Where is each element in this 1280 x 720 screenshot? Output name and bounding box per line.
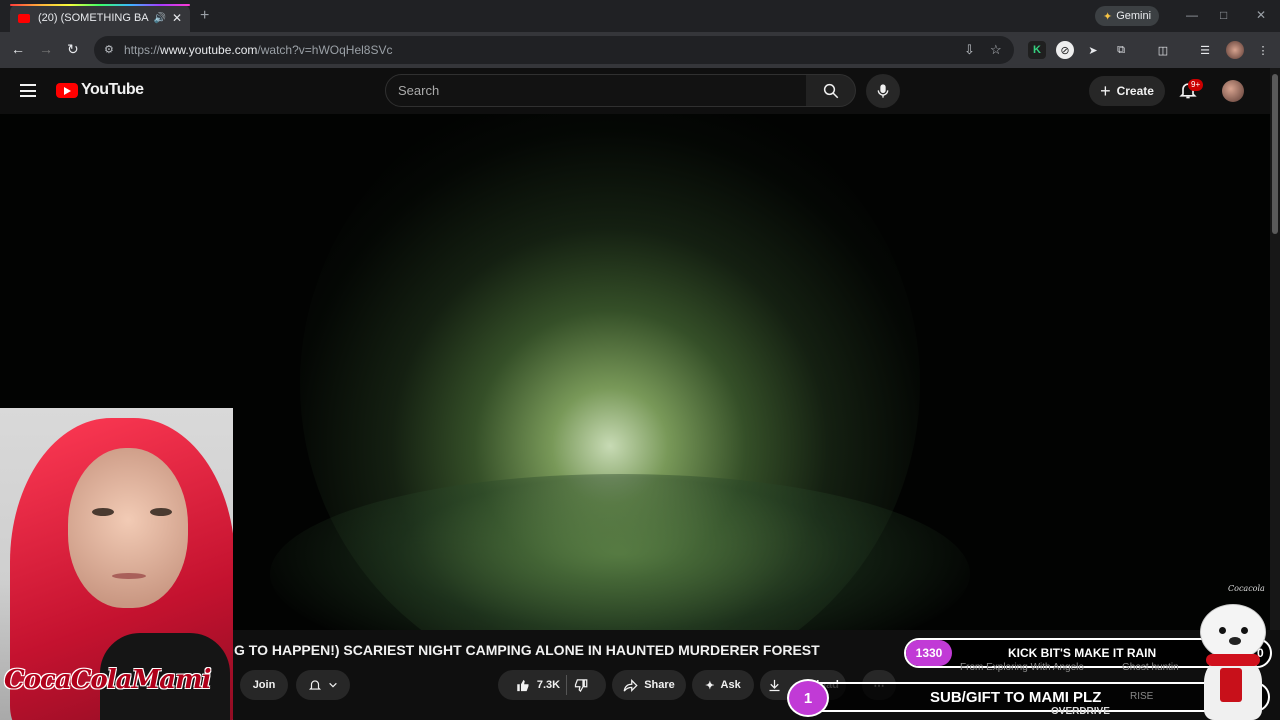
new-tab-button[interactable]: + <box>200 7 209 25</box>
bear-eye-right <box>1241 627 1248 634</box>
browser-tab-active[interactable]: (20) (SOMETHING BAD IS G 🔊 ✕ <box>10 4 190 32</box>
address-bar[interactable]: ⚙ https://www.youtube.com/watch?v=hWOqHe… <box>94 36 1014 64</box>
media-control-icon[interactable]: ☰ <box>1196 41 1214 59</box>
ask-label: Ask <box>720 679 741 691</box>
webcam-eye-left <box>92 508 114 516</box>
download-icon <box>769 679 780 691</box>
extension-circle-icon[interactable]: ⊘ <box>1056 41 1074 59</box>
tab-rainbow-strip <box>10 4 190 6</box>
browser-tab-bar: (20) (SOMETHING BAD IS G 🔊 ✕ + ✦ Gemini … <box>0 0 1280 32</box>
url-host: www.youtube.com <box>160 43 258 57</box>
reload-icon[interactable]: ↻ <box>67 41 79 58</box>
kick-extension-icon[interactable]: K <box>1028 41 1046 59</box>
streamer-name-logo: CocaColaMami <box>4 665 211 695</box>
bell-icon <box>308 680 322 690</box>
bear-brand-label: Cocacola <box>1228 584 1265 593</box>
profile-avatar-icon[interactable] <box>1226 41 1244 59</box>
share-button[interactable]: Share <box>612 670 686 700</box>
webcam-mouth <box>112 573 146 579</box>
soda-can <box>1220 668 1242 702</box>
join-label: Join <box>252 679 276 691</box>
url-scheme: https:// <box>124 43 161 57</box>
share-arrow-icon <box>623 678 638 692</box>
install-app-icon[interactable]: ⇩ <box>964 42 975 58</box>
create-button[interactable]: + Create <box>1089 76 1165 106</box>
youtube-logo[interactable]: YouTube <box>56 81 144 99</box>
close-tab-icon[interactable]: ✕ <box>172 11 182 25</box>
url-path: /watch?v=hWOqHel8SVc <box>257 43 393 57</box>
thumbs-up-icon[interactable] <box>516 678 531 693</box>
youtube-favicon-icon <box>18 13 30 23</box>
search-input[interactable]: Search <box>385 74 807 107</box>
extension-tag-icon[interactable]: ➤ <box>1084 41 1102 59</box>
polar-bear-mascot <box>1190 598 1276 720</box>
search-placeholder: Search <box>398 83 440 98</box>
overdrive-label: OVERDRIVE <box>1051 706 1110 717</box>
bear-scarf <box>1206 654 1260 666</box>
tab-search-icon[interactable]: ◫ <box>1154 41 1172 59</box>
bookmark-star-icon[interactable]: ☆ <box>990 42 1002 58</box>
webcam-eye-right <box>150 508 172 516</box>
bear-eye-left <box>1219 627 1226 634</box>
scrollbar-thumb[interactable] <box>1272 74 1278 234</box>
faint-suggestion-2: Ghost huntin <box>1122 662 1179 673</box>
menu-hamburger-icon[interactable] <box>20 84 36 97</box>
faint-suggestion-3: RISE <box>1130 691 1154 702</box>
close-window-button[interactable]: ✕ <box>1256 8 1266 22</box>
gemini-button[interactable]: ✦ Gemini <box>1095 6 1160 26</box>
faint-suggestion-1: From Exploring With Angelo <box>960 662 1084 673</box>
extensions-puzzle-icon[interactable]: ⧉ <box>1112 41 1130 59</box>
youtube-header: YouTube Search + Create 9+ <box>0 68 1280 114</box>
divider <box>566 675 568 695</box>
notification-badge: 9+ <box>1188 79 1204 91</box>
forward-arrow-icon[interactable]: → <box>39 41 53 57</box>
sub-count-badge: 1 <box>787 679 829 717</box>
youtube-logo-text: YouTube <box>81 81 144 98</box>
like-dislike-group[interactable]: 7.3K <box>498 670 606 700</box>
goal-number-badge: 1330 <box>906 640 952 666</box>
chrome-menu-icon[interactable]: ⋮ <box>1254 41 1272 59</box>
audio-playing-icon[interactable]: 🔊 <box>153 13 165 24</box>
gemini-label: Gemini <box>1116 10 1152 22</box>
youtube-play-logo-icon <box>56 82 78 98</box>
goal-text: KICK BIT'S MAKE IT RAIN <box>1008 646 1157 660</box>
account-avatar[interactable] <box>1222 80 1244 102</box>
plus-icon: + <box>1100 81 1111 101</box>
microphone-icon <box>877 84 889 98</box>
minimize-button[interactable]: — <box>1186 8 1198 22</box>
back-arrow-icon[interactable]: ← <box>11 41 25 57</box>
bear-head <box>1200 604 1266 660</box>
thumbs-down-icon[interactable] <box>573 678 588 693</box>
create-label: Create <box>1116 84 1154 98</box>
maximize-button[interactable]: □ <box>1220 8 1227 22</box>
like-count: 7.3K <box>536 679 561 691</box>
subscription-bell-button[interactable] <box>296 670 350 700</box>
ask-button[interactable]: ✦ Ask <box>692 670 754 700</box>
video-title: G TO HAPPEN!) SCARIEST NIGHT CAMPING ALO… <box>234 642 820 658</box>
tab-title: (20) (SOMETHING BAD IS G <box>38 12 149 24</box>
site-info-icon[interactable]: ⚙ <box>104 43 114 56</box>
browser-toolbar: ← → ↻ ⚙ https://www.youtube.com/watch?v=… <box>0 32 1280 68</box>
webcam-face <box>68 448 188 608</box>
sparkle-icon: ✦ <box>705 679 715 692</box>
join-button[interactable]: Join <box>240 670 288 700</box>
chevron-down-icon <box>329 682 337 688</box>
search-icon <box>823 83 838 98</box>
bear-nose <box>1229 637 1241 645</box>
voice-search-button[interactable] <box>866 74 900 108</box>
search-button[interactable] <box>806 74 856 107</box>
sub-goal-text: SUB/GIFT TO MAMI PLZ <box>930 689 1102 706</box>
share-label: Share <box>644 679 675 691</box>
gemini-sparkle-icon: ✦ <box>1103 10 1113 23</box>
